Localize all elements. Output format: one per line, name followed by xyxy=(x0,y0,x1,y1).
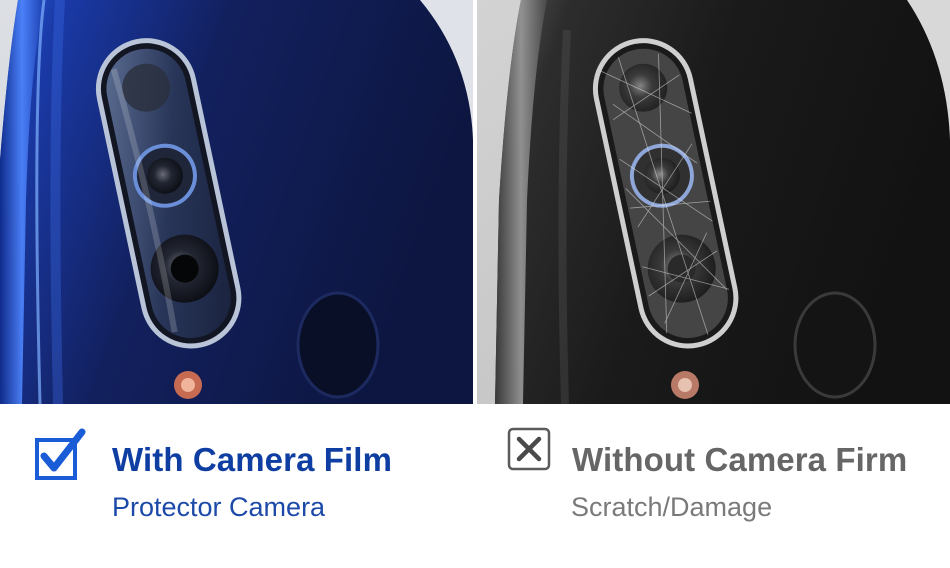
without-film-title: Without Camera Firm xyxy=(572,441,908,478)
checked-box-icon xyxy=(35,428,86,480)
without-film-caption: Without Camera Firm Scratch/Damage xyxy=(475,404,950,568)
with-film-title: With Camera Film xyxy=(112,441,393,478)
protected-phone-photo xyxy=(0,0,473,404)
scratched-phone-photo xyxy=(477,0,950,404)
x-box-icon xyxy=(507,427,551,471)
without-film-subtitle: Scratch/Damage xyxy=(571,492,773,522)
with-film-caption: With Camera Film Protector Camera xyxy=(0,404,475,568)
with-film-subtitle: Protector Camera xyxy=(112,492,326,522)
